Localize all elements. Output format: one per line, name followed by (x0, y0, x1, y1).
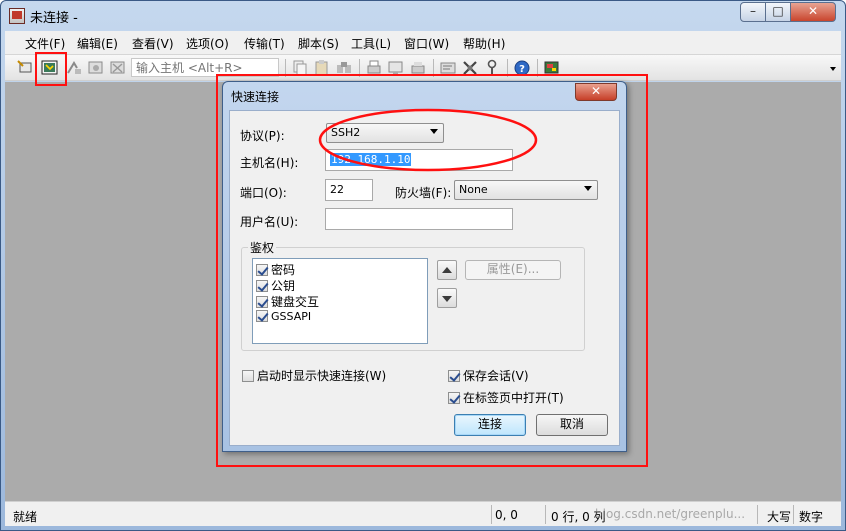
annotation-highlight-box (35, 52, 67, 86)
menu-options[interactable]: 选项(O) (186, 35, 229, 52)
connect-icon[interactable] (17, 59, 35, 77)
title-bar[interactable]: 未连接 - – □ ✕ (1, 1, 845, 31)
menu-bar: 文件(F) 编辑(E) 查看(V) 选项(O) 传输(T) 脚本(S) 工具(L… (5, 31, 841, 55)
minimize-button[interactable]: – (740, 2, 766, 22)
menu-edit[interactable]: 编辑(E) (77, 35, 118, 52)
menu-tools[interactable]: 工具(L) (351, 35, 391, 52)
status-text: 就绪 (13, 510, 38, 524)
menu-script[interactable]: 脚本(S) (298, 35, 339, 52)
status-separator (545, 505, 546, 524)
menu-help[interactable]: 帮助(H) (463, 35, 505, 52)
app-icon (9, 8, 25, 24)
menu-window[interactable]: 窗口(W) (404, 35, 449, 52)
status-bar: 就绪 0, 0 0 行, 0 列 blog.csdn.net/greenplu.… (5, 501, 841, 526)
status-separator (491, 505, 492, 524)
cursor-position: 0, 0 (495, 508, 518, 522)
disconnect-icon[interactable] (109, 59, 127, 77)
menu-view[interactable]: 查看(V) (132, 35, 174, 52)
connect-in-tab-icon[interactable] (65, 59, 83, 77)
toolbar-overflow-icon[interactable] (830, 67, 836, 71)
annotation-ellipse (318, 108, 538, 172)
maximize-button[interactable]: □ (765, 2, 791, 22)
menu-transfer[interactable]: 传输(T) (244, 35, 285, 52)
window-title: 未连接 - (30, 11, 78, 26)
status-separator (757, 505, 758, 524)
menu-file[interactable]: 文件(F) (25, 35, 65, 52)
watermark: blog.csdn.net/greenplu... (595, 507, 746, 521)
reconnect-icon[interactable] (87, 59, 105, 77)
caps-indicator: 大写 (767, 510, 792, 524)
num-indicator: 数字 (799, 510, 824, 524)
close-button[interactable]: ✕ (790, 2, 836, 22)
status-separator (793, 505, 794, 524)
